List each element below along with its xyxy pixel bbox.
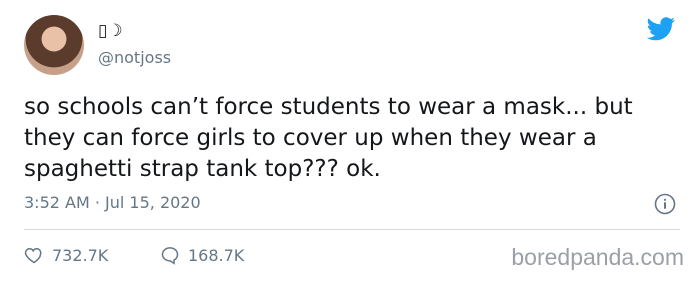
reply-action[interactable]: 168.7K bbox=[160, 245, 244, 265]
tweet-timestamp[interactable]: 3:52 AM · Jul 15, 2020 bbox=[24, 193, 201, 213]
tweet-text: so schools can’t force students to wear … bbox=[24, 94, 633, 182]
source-watermark: boredpanda.com bbox=[511, 244, 684, 270]
twitter-bird-icon[interactable] bbox=[646, 17, 676, 41]
display-name[interactable]: ▯☽ bbox=[98, 20, 123, 42]
avatar[interactable] bbox=[24, 15, 84, 75]
reply-count: 168.7K bbox=[188, 245, 245, 265]
divider bbox=[24, 229, 680, 230]
like-action[interactable]: 732.7K bbox=[24, 245, 108, 265]
username[interactable]: @notjoss bbox=[98, 47, 171, 69]
comment-bubble-icon bbox=[161, 247, 179, 265]
like-count: 732.7K bbox=[52, 245, 109, 265]
info-icon[interactable] bbox=[654, 193, 676, 215]
heart-icon bbox=[24, 247, 42, 264]
